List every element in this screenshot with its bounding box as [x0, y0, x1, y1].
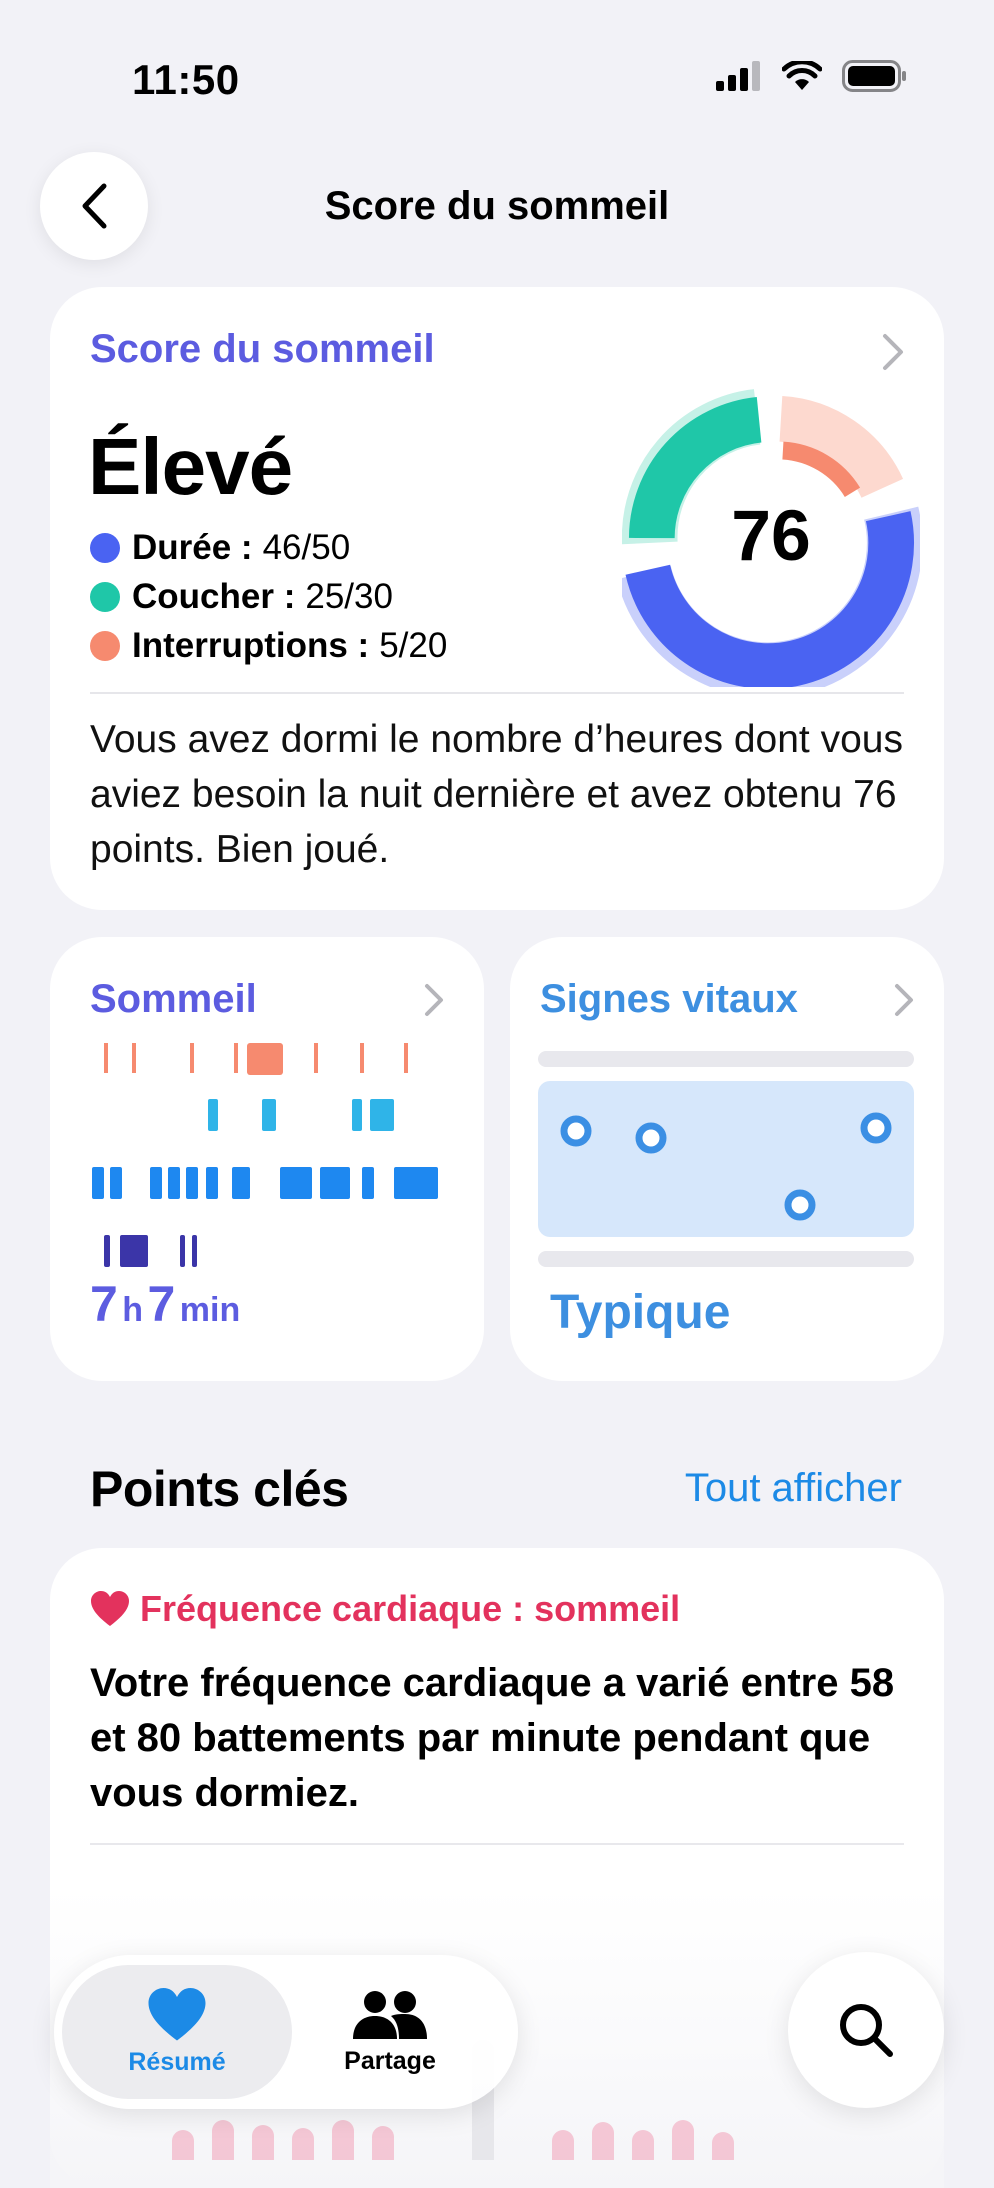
cellular-signal-icon [716, 61, 760, 91]
vitals-card[interactable]: Signes vitaux Typique [510, 937, 944, 1381]
tab-sharing[interactable]: Partage [280, 1965, 500, 2099]
status-icons [716, 60, 908, 92]
highlight-divider [90, 1843, 904, 1845]
score-components-legend: Durée : 46/50 Coucher : 25/30 Interrupti… [90, 523, 447, 670]
score-level: Élevé [88, 422, 293, 511]
sleep-hours: 7 [90, 1276, 118, 1332]
duration-dot [90, 532, 120, 563]
tab-sharing-label: Partage [344, 2046, 436, 2075]
highlight-category-label: Fréquence cardiaque : sommeil [140, 1588, 681, 1629]
sleep-minutes-unit: min [179, 1291, 241, 1329]
sleep-card[interactable]: Sommeil 7 h 7 min [50, 937, 484, 1381]
legend-duration: Durée : 46/50 [90, 523, 447, 572]
bedtime-dot [90, 581, 120, 612]
score-description: Vous avez dormi le nombre d’heures dont … [90, 718, 903, 871]
chevron-right-icon [425, 984, 443, 1016]
duration-label: Durée : [132, 528, 253, 567]
legend-interruptions: Interruptions : 5/20 [90, 621, 447, 670]
tab-summary[interactable]: Résumé [67, 1965, 287, 2099]
heart-icon [148, 1987, 206, 2040]
chevron-right-icon [883, 334, 903, 370]
sleep-stages-chart [92, 1043, 438, 1267]
score-ring-chart: 76 [622, 389, 920, 687]
highlight-text: Votre fréquence cardiaque a varié entre … [90, 1661, 895, 1815]
status-time: 11:50 [132, 56, 240, 103]
sleep-card-title: Sommeil [90, 977, 257, 1021]
tab-summary-label: Résumé [128, 2047, 226, 2076]
highlights-title: Points clés [90, 1461, 349, 1517]
interruptions-value: 5/20 [379, 626, 448, 665]
search-button[interactable] [788, 1952, 944, 2108]
highlight-category: Fréquence cardiaque : sommeil [90, 1588, 680, 1630]
score-value: 76 [731, 496, 811, 576]
vitals-status: Typique [550, 1286, 731, 1339]
sleep-duration: 7 h 7 min [90, 1275, 240, 1333]
sleep-score-card[interactable]: Score du sommeil Élevé Durée : 46/50 Cou… [50, 287, 944, 910]
people-icon [353, 1990, 427, 2039]
sleep-minutes: 7 [147, 1276, 176, 1332]
bedtime-label: Coucher : [132, 577, 296, 616]
heart-icon [91, 1591, 129, 1626]
search-icon [840, 2004, 893, 2057]
vitals-range-chart [538, 1051, 914, 1267]
duration-value: 46/50 [262, 528, 351, 567]
tab-bar: Résumé Partage [54, 1955, 518, 2109]
vitals-card-title: Signes vitaux [540, 977, 798, 1021]
page-title: Score du sommeil [324, 184, 670, 228]
bedtime-value: 25/30 [305, 577, 393, 616]
score-card-divider [90, 692, 904, 694]
chevron-right-icon [895, 984, 913, 1016]
battery-icon [842, 60, 906, 92]
interruptions-dot [90, 630, 120, 661]
show-all-link[interactable]: Tout afficher [685, 1466, 902, 1511]
wifi-icon [782, 61, 822, 90]
score-card-title: Score du sommeil [90, 327, 435, 371]
sleep-hours-unit: h [122, 1291, 144, 1329]
legend-bedtime: Coucher : 25/30 [90, 572, 447, 621]
interruptions-label: Interruptions : [132, 626, 370, 665]
